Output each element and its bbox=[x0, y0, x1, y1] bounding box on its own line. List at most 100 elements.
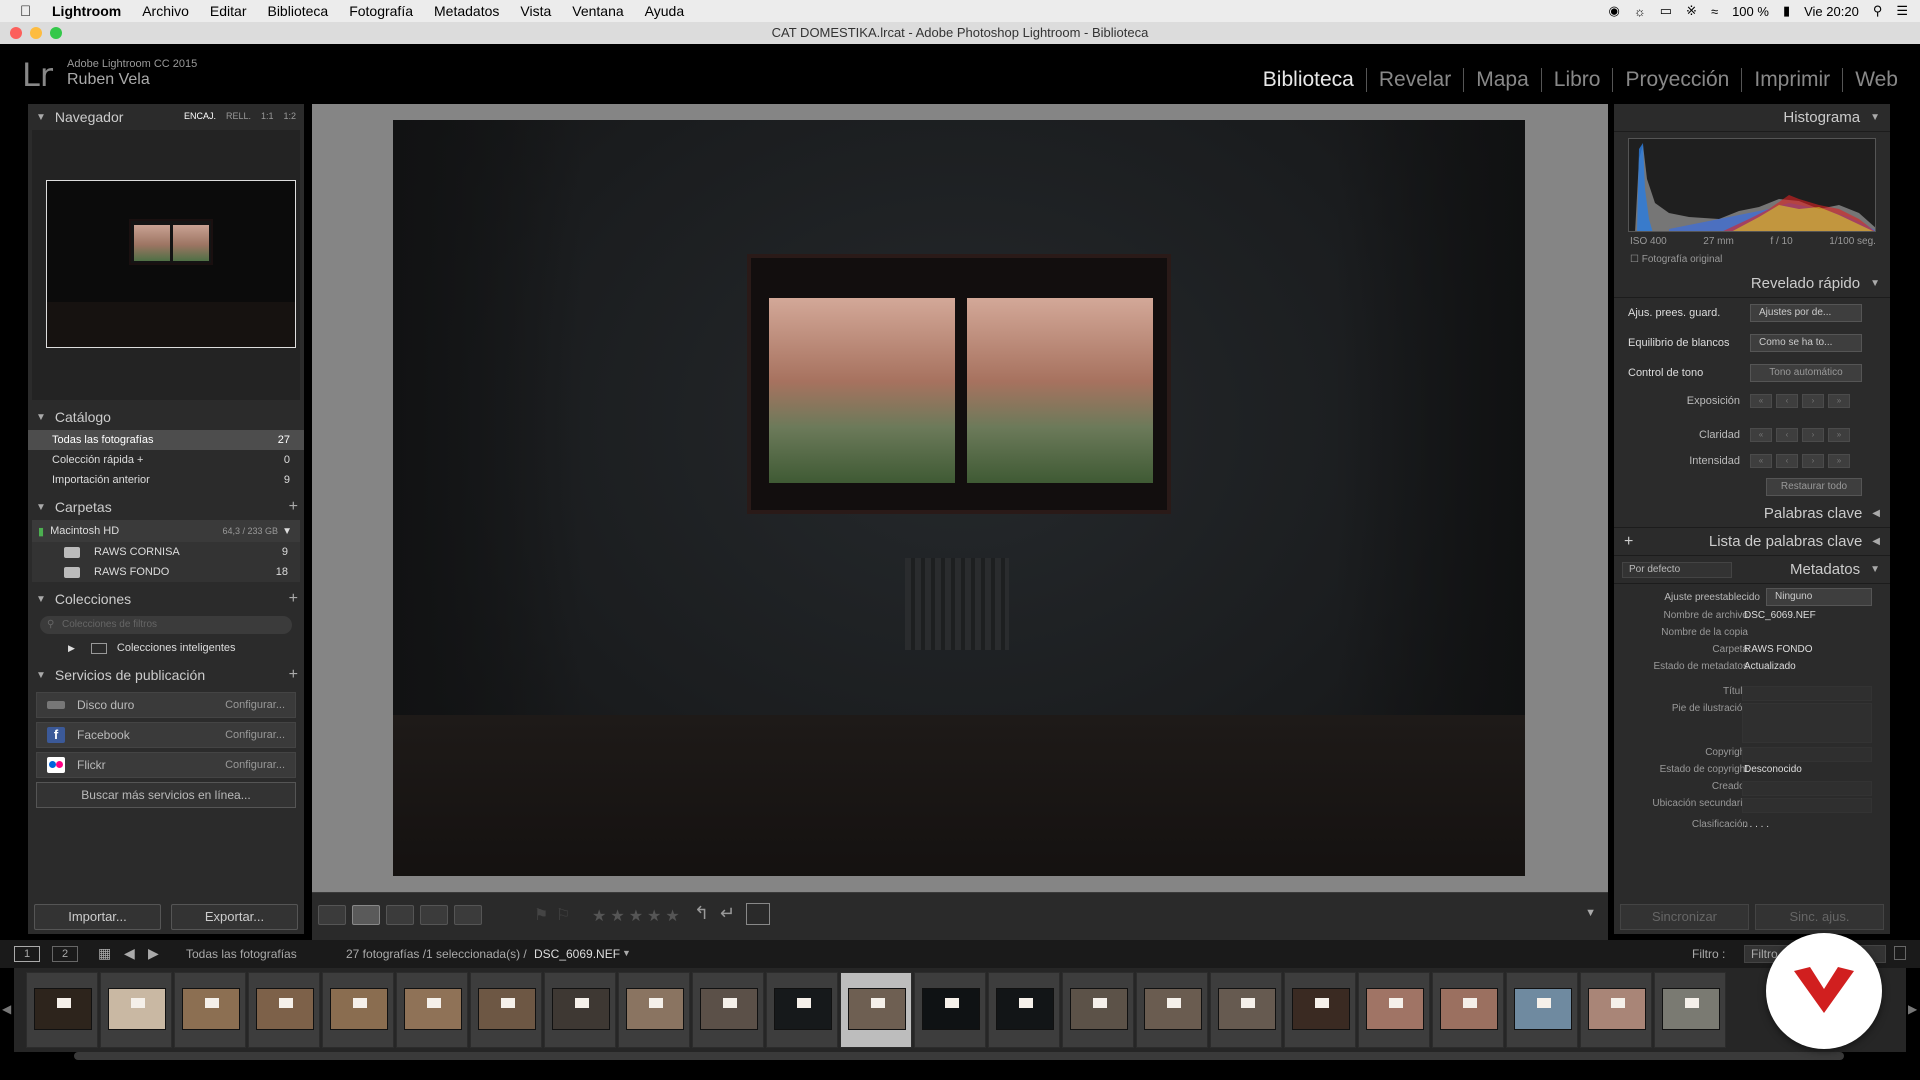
menu-archivo[interactable]: Archivo bbox=[142, 3, 189, 19]
menu-ventana[interactable]: Ventana bbox=[572, 3, 623, 19]
record-icon[interactable]: ◉ bbox=[1608, 3, 1619, 19]
module-mapa[interactable]: Mapa bbox=[1464, 68, 1542, 92]
histogram-graph[interactable] bbox=[1628, 138, 1876, 232]
filmstrip-thumbnail[interactable] bbox=[1506, 972, 1578, 1048]
filmstrip-thumbnail[interactable] bbox=[322, 972, 394, 1048]
clock[interactable]: Vie 20:20 bbox=[1804, 4, 1859, 19]
double-right-icon[interactable]: » bbox=[1828, 454, 1850, 468]
filmstrip-thumbnail[interactable] bbox=[470, 972, 542, 1048]
prev-arrow-icon[interactable]: ◀ bbox=[124, 945, 135, 962]
menu-fotografia[interactable]: Fotografía bbox=[349, 3, 413, 19]
metadata-value[interactable]: DSC_6069.NEF bbox=[1744, 610, 1816, 621]
catalog-previous-import[interactable]: Importación anterior 9 bbox=[28, 470, 304, 490]
filmstrip-thumbnail[interactable] bbox=[1358, 972, 1430, 1048]
caption-field[interactable] bbox=[1742, 703, 1872, 743]
double-right-icon[interactable]: » bbox=[1828, 428, 1850, 442]
right-icon[interactable]: › bbox=[1802, 454, 1824, 468]
double-left-icon[interactable]: « bbox=[1750, 428, 1772, 442]
publish-header[interactable]: ▼ Servicios de publicación + bbox=[28, 662, 304, 688]
notification-icon[interactable]: ☰ bbox=[1896, 3, 1908, 19]
qd-preset-select[interactable]: Ajustes por de... bbox=[1750, 304, 1862, 322]
menu-metadatos[interactable]: Metadatos bbox=[434, 3, 499, 19]
folder-item[interactable]: RAWS FONDO 18 bbox=[32, 562, 300, 582]
people-view-icon[interactable] bbox=[454, 905, 482, 925]
menu-app[interactable]: Lightroom bbox=[52, 3, 121, 19]
catalog-quick-collection[interactable]: Colección rápida + 0 bbox=[28, 450, 304, 470]
module-imprimir[interactable]: Imprimir bbox=[1742, 68, 1844, 92]
right-icon[interactable]: › bbox=[1802, 394, 1824, 408]
sync-icon[interactable]: ☼ bbox=[1634, 4, 1646, 19]
add-keyword-icon[interactable]: + bbox=[1624, 533, 1633, 551]
grid-icon[interactable]: ▦ bbox=[98, 945, 111, 962]
find-more-services-button[interactable]: Buscar más servicios en línea... bbox=[36, 782, 296, 808]
metadata-view-select[interactable]: Por defecto bbox=[1622, 561, 1732, 578]
publish-flickr[interactable]: Flickr Configurar... bbox=[36, 752, 296, 778]
double-left-icon[interactable]: « bbox=[1750, 454, 1772, 468]
right-icon[interactable]: › bbox=[1802, 428, 1824, 442]
crop-overlay-icon[interactable] bbox=[746, 903, 770, 925]
qd-wb-select[interactable]: Como se ha to... bbox=[1750, 334, 1862, 352]
filmstrip-thumbnail[interactable] bbox=[618, 972, 690, 1048]
compare-view-icon[interactable] bbox=[386, 905, 414, 925]
copyright-field[interactable] bbox=[1742, 747, 1872, 762]
navigator-thumbnail[interactable] bbox=[46, 180, 296, 348]
rating-field[interactable]: . . . . . bbox=[1744, 819, 1769, 830]
flag-icon[interactable]: ⚑ bbox=[534, 905, 548, 925]
view-2-button[interactable]: 2 bbox=[52, 946, 78, 962]
left-icon[interactable]: ‹ bbox=[1776, 394, 1798, 408]
module-proyeccion[interactable]: Proyección bbox=[1613, 68, 1743, 92]
filmstrip-right-arrow-icon[interactable]: ▶ bbox=[1908, 1002, 1917, 1016]
filmstrip-file[interactable]: DSC_6069.NEF bbox=[534, 947, 620, 961]
bluetooth-icon[interactable]: ※ bbox=[1686, 3, 1697, 19]
module-revelar[interactable]: Revelar bbox=[1367, 68, 1465, 92]
menu-ayuda[interactable]: Ayuda bbox=[645, 3, 684, 19]
menu-vista[interactable]: Vista bbox=[520, 3, 551, 19]
left-icon[interactable]: ‹ bbox=[1776, 428, 1798, 442]
metadata-value[interactable]: RAWS FONDO bbox=[1744, 644, 1813, 655]
filmstrip-thumbnail[interactable] bbox=[766, 972, 838, 1048]
add-collection-icon[interactable]: + bbox=[289, 590, 298, 608]
module-web[interactable]: Web bbox=[1843, 68, 1910, 92]
export-button[interactable]: Exportar... bbox=[171, 904, 298, 930]
zoom-fit[interactable]: ENCAJ. bbox=[184, 111, 216, 121]
zoom-fill[interactable]: RELL. bbox=[226, 111, 251, 121]
zoom-window-icon[interactable] bbox=[50, 27, 62, 39]
quick-develop-header[interactable]: Revelado rápido ▼ bbox=[1614, 270, 1890, 298]
navigator-header[interactable]: ▼ Navegador ENCAJ. RELL. 1:1 1:2 bbox=[28, 104, 304, 130]
original-photo-checkbox[interactable]: ☐ Fotografía original bbox=[1630, 254, 1722, 265]
auto-tone-button[interactable]: Tono automático bbox=[1750, 364, 1862, 382]
histogram-header[interactable]: Histograma ▼ bbox=[1614, 104, 1890, 132]
folders-header[interactable]: ▼ Carpetas + bbox=[28, 494, 304, 520]
wifi-icon[interactable]: ≈ bbox=[1711, 4, 1718, 19]
rating-stars-icon[interactable]: ★★★★★ bbox=[592, 906, 684, 926]
sublocation-field[interactable] bbox=[1742, 798, 1872, 813]
keywords-header[interactable]: Palabras clave ◀ bbox=[1614, 500, 1890, 528]
file-dropdown-icon[interactable]: ▼ bbox=[622, 948, 631, 958]
double-left-icon[interactable]: « bbox=[1750, 394, 1772, 408]
collections-filter-input[interactable]: ⚲ Colecciones de filtros bbox=[40, 616, 292, 634]
battery-icon[interactable]: ▮ bbox=[1783, 3, 1790, 19]
loupe-view-icon[interactable] bbox=[352, 905, 380, 925]
filmstrip-left-arrow-icon[interactable]: ◀ bbox=[2, 1002, 11, 1016]
zoom-1-1[interactable]: 1:1 bbox=[261, 111, 274, 121]
zoom-1-2[interactable]: 1:2 bbox=[283, 111, 296, 121]
close-window-icon[interactable] bbox=[10, 27, 22, 39]
sync-button[interactable]: Sincronizar bbox=[1620, 904, 1749, 930]
import-button[interactable]: Importar... bbox=[34, 904, 161, 930]
filmstrip-thumbnail[interactable] bbox=[692, 972, 764, 1048]
filmstrip-thumbnail[interactable] bbox=[1654, 972, 1726, 1048]
filmstrip-thumbnail[interactable] bbox=[1284, 972, 1356, 1048]
filmstrip-thumbnail[interactable] bbox=[26, 972, 98, 1048]
service-configure[interactable]: Configurar... bbox=[225, 699, 285, 711]
add-publish-icon[interactable]: + bbox=[289, 666, 298, 684]
filmstrip-thumbnail[interactable] bbox=[840, 972, 912, 1048]
filmstrip-thumbnail[interactable] bbox=[988, 972, 1060, 1048]
expand-triangle-icon[interactable]: ▶ bbox=[68, 643, 75, 654]
title-field[interactable] bbox=[1742, 686, 1872, 701]
publish-facebook[interactable]: f Facebook Configurar... bbox=[36, 722, 296, 748]
reset-all-button[interactable]: Restaurar todo bbox=[1766, 478, 1862, 496]
double-right-icon[interactable]: » bbox=[1828, 394, 1850, 408]
reject-flag-icon[interactable]: ⚐ bbox=[556, 905, 570, 925]
add-folder-icon[interactable]: + bbox=[289, 498, 298, 516]
filmstrip-thumbnail[interactable] bbox=[1580, 972, 1652, 1048]
